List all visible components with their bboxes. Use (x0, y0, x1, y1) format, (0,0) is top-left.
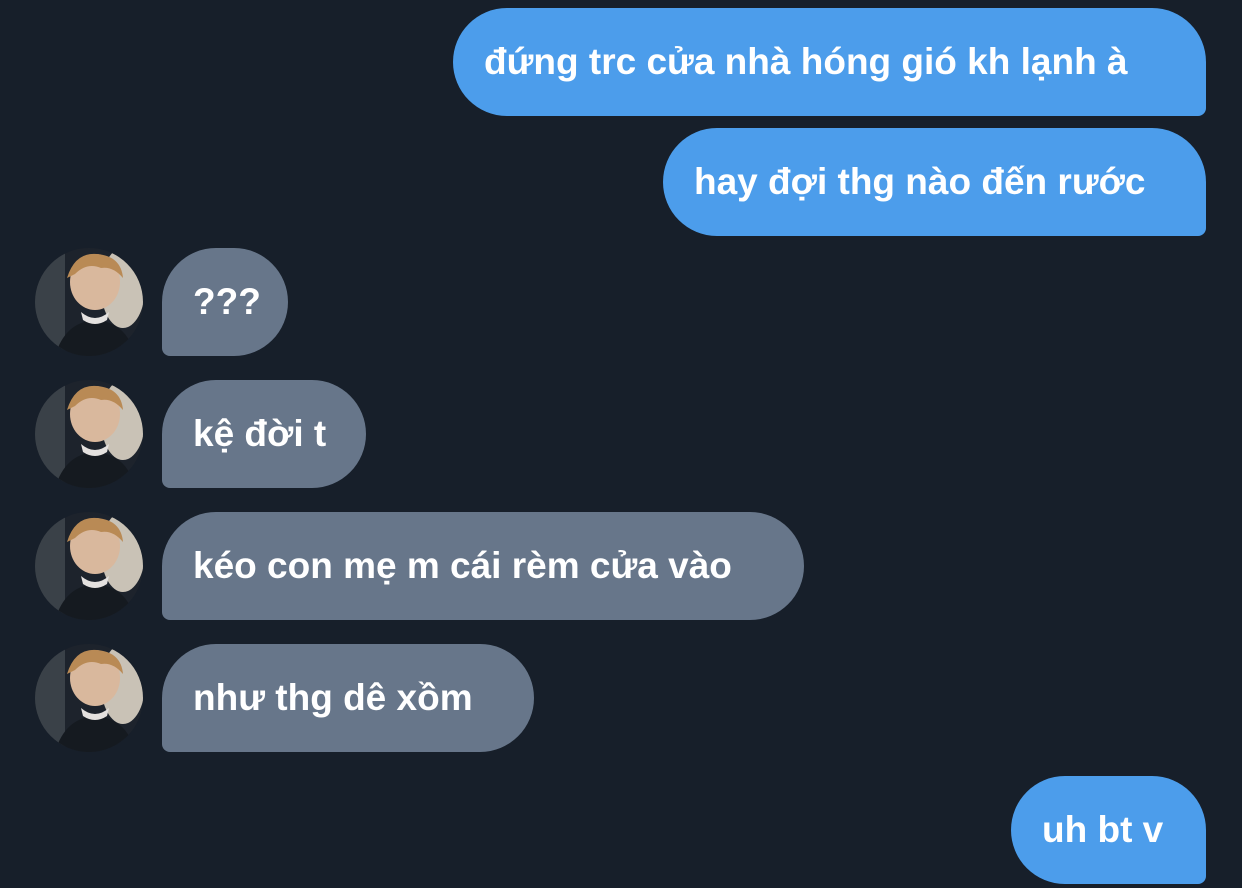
message-text: hay đợi thg nào đến rước (694, 161, 1146, 202)
message-text: đứng trc cửa nhà hóng gió kh lạnh à (484, 41, 1128, 82)
sent-message-bubble[interactable]: hay đợi thg nào đến rước (663, 128, 1206, 236)
message-text: như thg dê xồm (193, 677, 473, 718)
avatar-icon[interactable] (35, 248, 143, 356)
message-thread: đứng trc cửa nhà hóng gió kh lạnh à hay … (0, 0, 1242, 888)
received-message-bubble[interactable]: ??? (162, 248, 288, 356)
avatar-icon[interactable] (35, 644, 143, 752)
message-text: uh bt v (1042, 809, 1164, 850)
sent-message-bubble[interactable]: uh bt v (1011, 776, 1206, 884)
message-text: kệ đời t (193, 413, 327, 454)
received-message-bubble[interactable]: như thg dê xồm (162, 644, 534, 752)
avatar-photo-icon (35, 248, 143, 356)
avatar-icon[interactable] (35, 380, 143, 488)
message-text: ??? (193, 281, 261, 322)
sent-message-bubble[interactable]: đứng trc cửa nhà hóng gió kh lạnh à (453, 8, 1206, 116)
received-message-bubble[interactable]: kéo con mẹ m cái rèm cửa vào (162, 512, 804, 620)
message-text: kéo con mẹ m cái rèm cửa vào (193, 545, 732, 586)
received-message-bubble[interactable]: kệ đời t (162, 380, 366, 488)
avatar-photo-icon (35, 380, 143, 488)
avatar-icon[interactable] (35, 512, 143, 620)
avatar-photo-icon (35, 512, 143, 620)
avatar-photo-icon (35, 644, 143, 752)
